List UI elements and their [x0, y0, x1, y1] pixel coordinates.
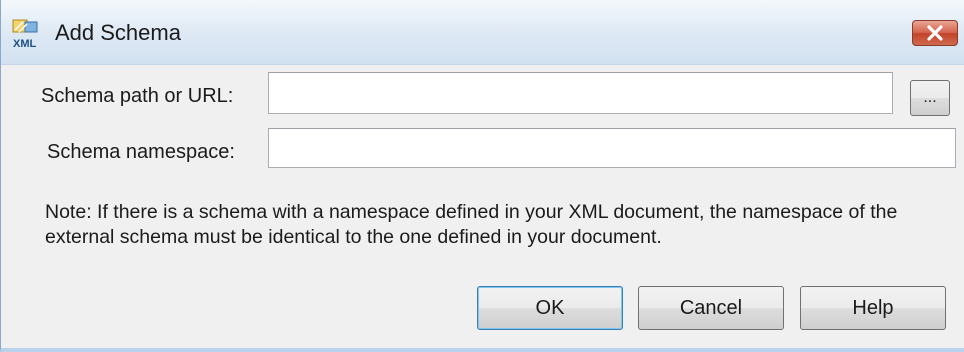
svg-text:XML: XML: [13, 38, 37, 50]
schema-path-input[interactable]: [268, 72, 893, 114]
note-text: Note: If there is a schema with a namesp…: [45, 201, 898, 248]
schema-namespace-input[interactable]: [268, 128, 956, 168]
window-title: Add Schema: [55, 20, 181, 45]
xml-schema-icon: XML: [11, 18, 45, 50]
cancel-button[interactable]: Cancel: [638, 286, 784, 330]
ok-button[interactable]: OK: [477, 286, 623, 330]
close-button[interactable]: [912, 20, 958, 46]
title-bar: XML Add Schema: [1, 0, 964, 65]
browse-button[interactable]: ...: [910, 80, 950, 116]
add-schema-dialog: XML Add Schema Schema path or URL: ... S…: [0, 0, 964, 352]
schema-namespace-label: Schema namespace:: [47, 141, 235, 163]
help-button[interactable]: Help: [800, 286, 946, 330]
schema-path-label: Schema path or URL:: [41, 85, 234, 107]
